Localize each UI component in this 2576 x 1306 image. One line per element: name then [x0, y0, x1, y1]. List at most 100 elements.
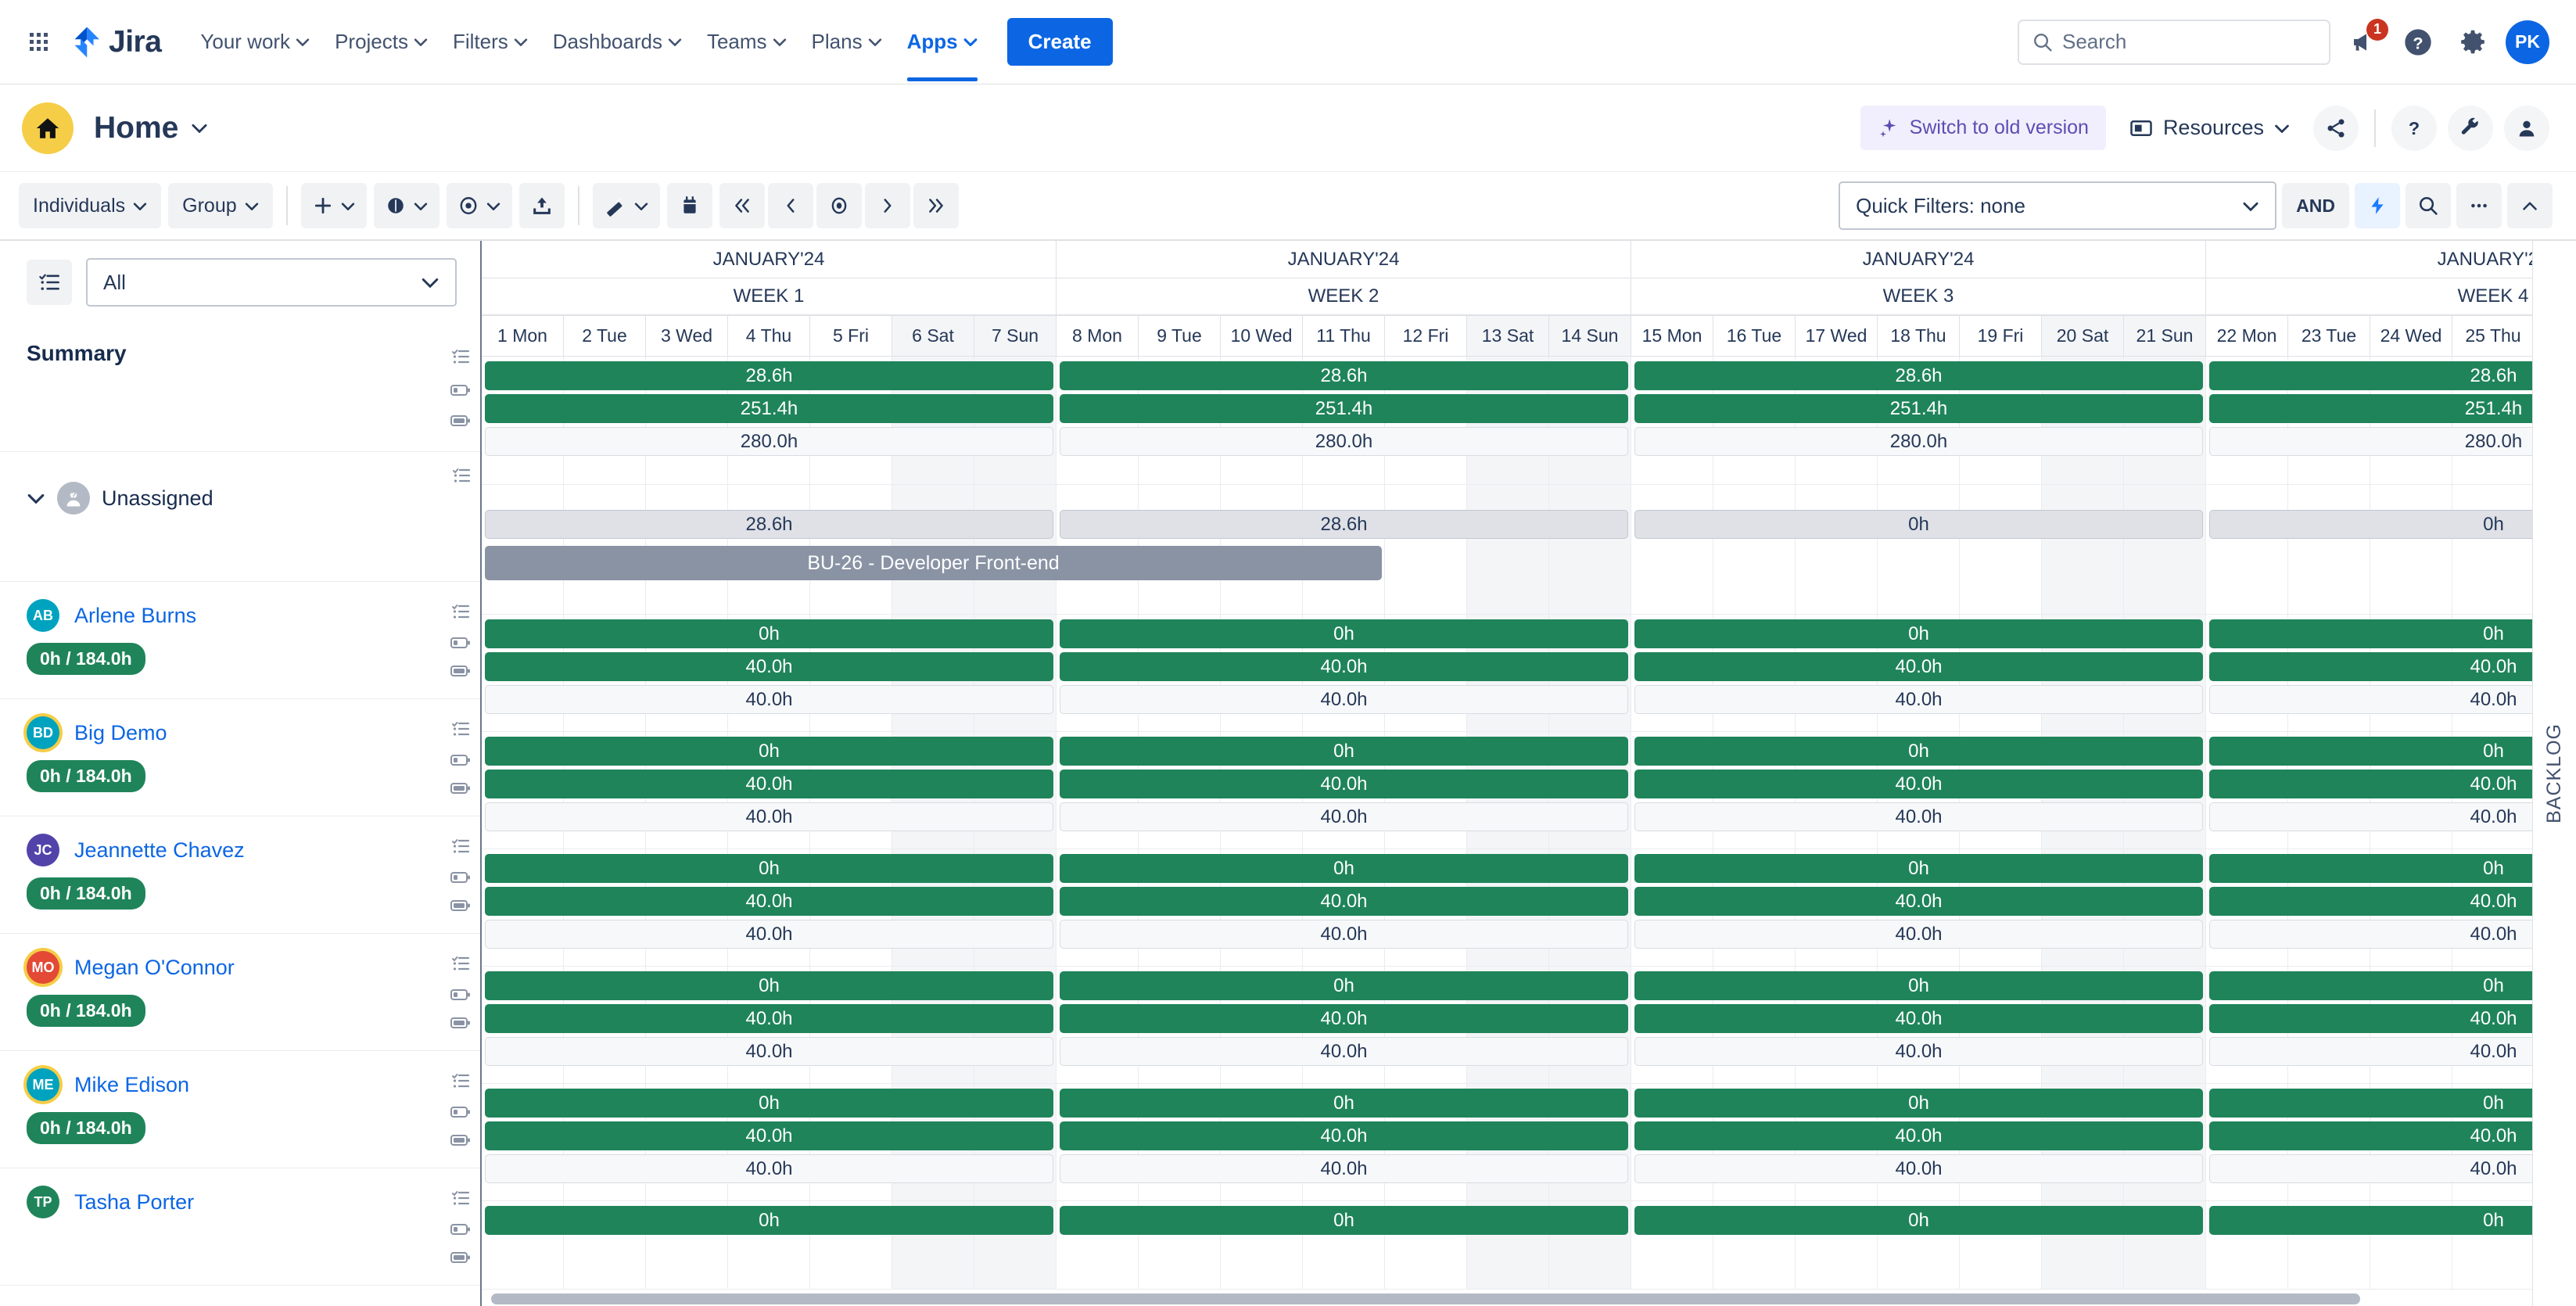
person-available-bar[interactable]: 40.0h	[485, 1004, 1053, 1033]
person-available-bar[interactable]: 40.0h	[1634, 652, 2203, 681]
more-options-button[interactable]	[2456, 183, 2502, 228]
next-period-button[interactable]	[864, 183, 910, 228]
person-available-bar[interactable]: 40.0h	[1060, 1121, 1628, 1150]
resources-dropdown[interactable]: Resources	[2117, 106, 2302, 149]
checklist-icon[interactable]	[451, 837, 470, 856]
grid-search-button[interactable]	[2406, 183, 2451, 228]
unassigned-load-bar[interactable]: 28.6h	[1060, 510, 1628, 539]
person-capacity-bar[interactable]: 40.0h	[485, 1154, 1053, 1183]
person-available-bar[interactable]: 40.0h	[1634, 1004, 2203, 1033]
battery-full-icon[interactable]	[450, 781, 471, 795]
person-allocated-bar[interactable]: 0h	[2209, 737, 2576, 766]
resource-filter-dropdown[interactable]: All	[86, 258, 457, 307]
today-button[interactable]	[816, 183, 862, 228]
page-help-button[interactable]: ?	[2391, 105, 2437, 151]
horizontal-scrollbar-thumb[interactable]	[491, 1293, 2360, 1304]
battery-low-icon[interactable]	[450, 870, 471, 884]
person-available-bar[interactable]: 40.0h	[485, 770, 1053, 798]
person-allocated-bar[interactable]: 0h	[485, 854, 1053, 883]
person-capacity-bar[interactable]: 40.0h	[485, 685, 1053, 714]
unassigned-expand-toggle[interactable]	[27, 493, 45, 504]
unassigned-load-bar[interactable]: 0h	[1634, 510, 2203, 539]
unassigned-load-bar[interactable]: 28.6h	[485, 510, 1053, 539]
collapse-toolbar-button[interactable]	[2507, 183, 2553, 228]
person-available-bar[interactable]: 40.0h	[1634, 770, 2203, 798]
backlog-rail[interactable]: BACKLOG	[2532, 241, 2576, 1306]
jira-logo[interactable]: Jira	[74, 25, 162, 59]
jump-last-button[interactable]	[913, 183, 959, 228]
person-allocated-bar[interactable]: 0h	[485, 1206, 1053, 1235]
export-button[interactable]	[518, 183, 565, 228]
person-allocated-bar[interactable]: 0h	[485, 737, 1053, 766]
checklist-icon[interactable]	[451, 602, 470, 621]
and-operator-button[interactable]: AND	[2282, 183, 2349, 228]
person-allocated-bar[interactable]: 0h	[1634, 854, 2203, 883]
person-allocated-bar[interactable]: 0h	[485, 619, 1053, 648]
person-allocated-bar[interactable]: 0h	[2209, 971, 2576, 1000]
calendar-button[interactable]	[666, 183, 712, 228]
jump-first-button[interactable]	[719, 183, 765, 228]
scale-button[interactable]	[592, 183, 660, 228]
person-capacity-bar[interactable]: 40.0h	[1634, 802, 2203, 831]
battery-full-icon[interactable]	[450, 1016, 471, 1030]
person-allocated-bar[interactable]: 0h	[1060, 971, 1628, 1000]
switch-to-old-version-button[interactable]: Switch to old version	[1860, 106, 2106, 150]
quick-action-button[interactable]	[2355, 183, 2400, 228]
person-available-bar[interactable]: 40.0h	[2209, 887, 2576, 916]
checklist-icon[interactable]	[451, 954, 470, 973]
person-capacity-bar[interactable]: 40.0h	[2209, 1037, 2576, 1066]
fill-mode-button[interactable]	[373, 183, 439, 228]
summary-capacity-bar[interactable]: 280.0h	[1634, 427, 2203, 456]
checklist-icon[interactable]	[451, 347, 470, 366]
summary-allocated-bar[interactable]: 28.6h	[1634, 361, 2203, 390]
app-switcher-icon[interactable]	[20, 24, 56, 60]
unassigned-label[interactable]: Unassigned	[102, 486, 213, 511]
person-available-bar[interactable]: 40.0h	[485, 1121, 1053, 1150]
battery-full-icon[interactable]	[450, 1250, 471, 1265]
person-capacity-bar[interactable]: 40.0h	[1060, 802, 1628, 831]
person-allocated-bar[interactable]: 0h	[1060, 619, 1628, 648]
person-available-bar[interactable]: 40.0h	[1060, 770, 1628, 798]
nav-item-filters[interactable]: Filters	[440, 20, 540, 63]
person-allocated-bar[interactable]: 0h	[1060, 1089, 1628, 1118]
person-available-bar[interactable]: 40.0h	[2209, 652, 2576, 681]
person-capacity-bar[interactable]: 40.0h	[1634, 685, 2203, 714]
profile-button[interactable]	[2504, 105, 2549, 151]
person-allocated-bar[interactable]: 0h	[1060, 737, 1628, 766]
battery-full-icon[interactable]	[450, 1133, 471, 1147]
summary-allocated-bar[interactable]: 28.6h	[2209, 361, 2576, 390]
person-capacity-bar[interactable]: 40.0h	[1060, 1037, 1628, 1066]
person-available-bar[interactable]: 40.0h	[2209, 770, 2576, 798]
summary-available-bar[interactable]: 251.4h	[485, 394, 1053, 423]
person-available-bar[interactable]: 40.0h	[485, 887, 1053, 916]
group-dropdown[interactable]: Group	[168, 183, 273, 228]
person-capacity-bar[interactable]: 40.0h	[1060, 920, 1628, 949]
battery-full-icon[interactable]	[450, 899, 471, 913]
person-allocated-bar[interactable]: 0h	[1634, 971, 2203, 1000]
battery-low-icon[interactable]	[450, 1105, 471, 1119]
add-button[interactable]	[300, 183, 367, 228]
person-capacity-bar[interactable]: 40.0h	[2209, 920, 2576, 949]
person-available-bar[interactable]: 40.0h	[2209, 1004, 2576, 1033]
person-allocated-bar[interactable]: 0h	[2209, 1089, 2576, 1118]
search-input[interactable]: Search	[2018, 19, 2330, 65]
nav-item-dashboards[interactable]: Dashboards	[540, 20, 694, 63]
battery-low-icon[interactable]	[450, 1222, 471, 1236]
nav-item-teams[interactable]: Teams	[694, 20, 799, 63]
checklist-icon[interactable]	[451, 1189, 470, 1207]
person-allocated-bar[interactable]: 0h	[2209, 854, 2576, 883]
person-allocated-bar[interactable]: 0h	[2209, 619, 2576, 648]
share-button[interactable]	[2313, 105, 2359, 151]
unassigned-load-bar[interactable]: 0h	[2209, 510, 2576, 539]
battery-low-icon[interactable]	[450, 753, 471, 767]
person-available-bar[interactable]: 40.0h	[1060, 887, 1628, 916]
summary-capacity-bar[interactable]: 280.0h	[1060, 427, 1628, 456]
settings-button[interactable]	[2451, 20, 2495, 64]
person-allocated-bar[interactable]: 0h	[1634, 1206, 2203, 1235]
person-available-bar[interactable]: 40.0h	[485, 652, 1053, 681]
person-capacity-bar[interactable]: 40.0h	[485, 920, 1053, 949]
person-name-link[interactable]: Mike Edison	[74, 1073, 189, 1097]
user-avatar[interactable]: PK	[2506, 20, 2549, 64]
person-name-link[interactable]: Arlene Burns	[74, 604, 196, 628]
battery-full-icon[interactable]	[450, 664, 471, 678]
